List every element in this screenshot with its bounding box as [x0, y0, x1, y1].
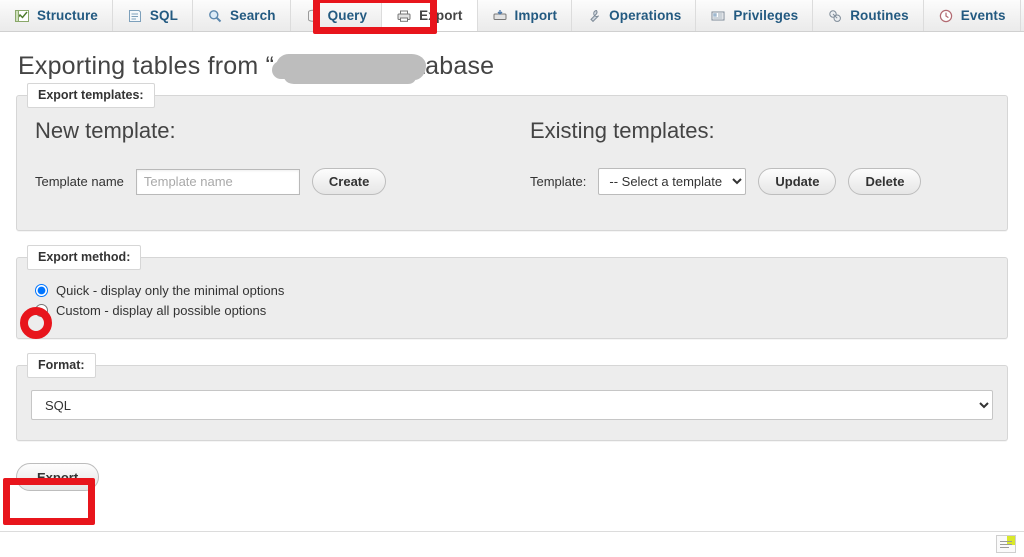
tab-structure-label: Structure — [37, 8, 98, 23]
routines-icon — [827, 8, 843, 24]
new-template-row: Template name Create — [35, 168, 512, 195]
quick-radio[interactable] — [35, 283, 48, 297]
tab-export[interactable]: Export — [382, 0, 478, 31]
custom-radio[interactable] — [35, 303, 48, 317]
tab-routines-label: Routines — [850, 8, 909, 23]
quick-radio-label: Quick - display only the minimal options — [56, 282, 285, 298]
tab-triggers[interactable]: Triggers — [1021, 0, 1024, 31]
tab-query[interactable]: Query — [291, 0, 383, 31]
existing-templates-column: Existing templates: Template: -- Select … — [512, 118, 1007, 195]
operations-icon — [586, 8, 602, 24]
export-method-legend: Export method: — [27, 245, 142, 270]
console-bar — [0, 531, 1024, 557]
privileges-icon — [710, 8, 726, 24]
console-icon[interactable] — [996, 535, 1016, 553]
tab-routines[interactable]: Routines — [813, 0, 924, 31]
tab-operations[interactable]: Operations — [572, 0, 697, 31]
sql-icon — [127, 8, 143, 24]
tab-events-label: Events — [960, 8, 1006, 23]
tab-structure[interactable]: Structure — [0, 0, 113, 31]
events-icon — [938, 8, 954, 24]
tab-import-label: Import — [514, 8, 558, 23]
tab-export-label: Export — [419, 8, 463, 23]
export-icon — [396, 8, 412, 24]
tab-privileges[interactable]: Privileges — [696, 0, 814, 31]
main-tab-bar[interactable]: Structure SQL Search Query Export Import… — [0, 0, 1024, 32]
tab-operations-label: Operations — [609, 8, 682, 23]
format-select[interactable]: SQL — [31, 390, 993, 420]
template-select-label: Template: — [530, 174, 587, 189]
custom-radio-label: Custom - display all possible options — [56, 302, 267, 318]
redacted-database-name — [272, 52, 427, 84]
existing-template-row: Template: -- Select a template -- Update… — [530, 168, 1007, 195]
tab-query-label: Query — [327, 8, 368, 23]
tab-sql-label: SQL — [149, 8, 178, 23]
redaction-blob — [272, 54, 427, 84]
create-template-button[interactable]: Create — [311, 168, 387, 195]
delete-template-button[interactable]: Delete — [848, 168, 922, 195]
structure-icon — [14, 8, 30, 24]
update-template-button[interactable]: Update — [758, 168, 837, 195]
query-icon — [305, 8, 321, 24]
template-name-input[interactable] — [135, 168, 300, 195]
export-method-custom-row[interactable]: Custom - display all possible options — [17, 300, 1007, 320]
tab-privileges-label: Privileges — [733, 8, 799, 23]
tab-search[interactable]: Search — [193, 0, 291, 31]
export-method-fieldset: Export method: Quick - display only the … — [16, 245, 1008, 339]
format-fieldset: Format: SQL — [16, 353, 1008, 441]
export-templates-legend: Export templates: — [27, 83, 155, 108]
tab-sql[interactable]: SQL — [113, 0, 193, 31]
export-action-area: Export — [16, 463, 1024, 491]
search-icon — [207, 8, 223, 24]
tab-search-label: Search — [229, 8, 276, 23]
new-template-column: New template: Template name Create — [17, 118, 512, 195]
tab-import[interactable]: Import — [478, 0, 573, 31]
template-select[interactable]: -- Select a template -- — [598, 168, 747, 195]
tab-events[interactable]: Events — [924, 0, 1021, 31]
template-name-label: Template name — [35, 174, 124, 189]
format-legend: Format: — [27, 353, 96, 378]
export-method-quick-row[interactable]: Quick - display only the minimal options — [17, 280, 1007, 300]
existing-templates-heading: Existing templates: — [530, 118, 715, 143]
page-title-prefix: Exporting tables from “ — [18, 52, 275, 80]
export-templates-fieldset: Export templates: New template: Template… — [16, 83, 1008, 231]
export-button[interactable]: Export — [16, 463, 100, 491]
page-title: Exporting tables from “ ” database — [0, 32, 1024, 84]
new-template-heading: New template: — [35, 118, 176, 143]
import-icon — [492, 8, 508, 24]
